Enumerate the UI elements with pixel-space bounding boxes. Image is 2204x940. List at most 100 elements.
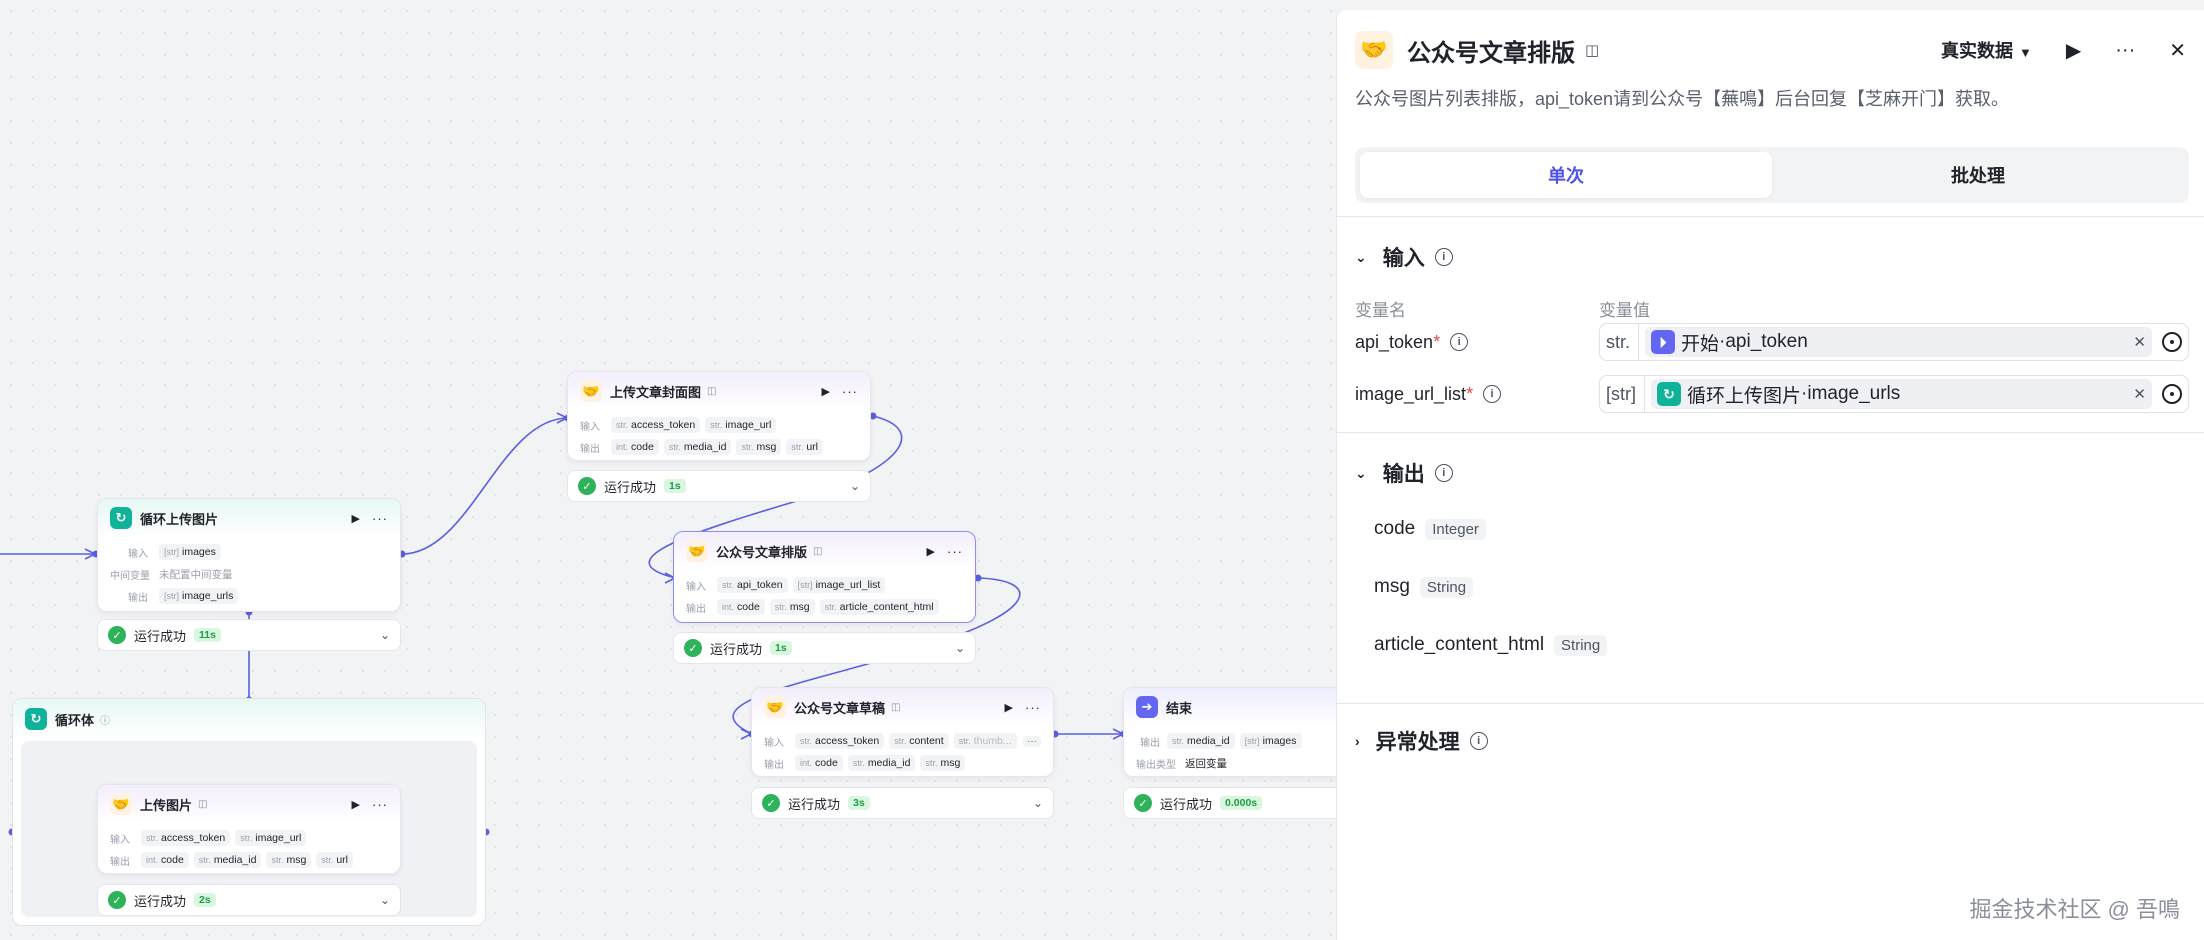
success-check-icon: ✓ [762,794,780,812]
column-header-value: 变量值 [1599,301,1650,320]
chevron-down-icon[interactable]: ⌄ [380,893,390,907]
handshake-icon: 🤝 [1355,31,1393,69]
run-node-button[interactable]: ▶ [352,798,360,811]
info-icon: i [1450,333,1469,351]
duration-badge: 3s [848,796,870,810]
status-bar[interactable]: ✓ 运行成功 1s ⌄ [673,632,976,664]
output-section-header[interactable]: ⌄ 输出 i [1355,458,1453,488]
node-output-row: 输出 int. code str. media_id str. msg str. url [580,436,858,458]
more-icon[interactable]: ··· [372,797,388,812]
status-bar[interactable]: ✓ 运行成功 3s ⌄ [751,787,1054,819]
node-input-row: 输入 [str] images [110,541,388,563]
chevron-down-icon[interactable]: ⌄ [955,641,965,655]
success-check-icon: ✓ [1134,794,1152,812]
more-inputs-icon[interactable]: ··· [1023,735,1041,747]
clear-icon[interactable]: ✕ [2133,333,2146,351]
run-button[interactable]: ▶ [2066,38,2081,63]
handshake-icon: 🤝 [764,696,786,718]
success-check-icon: ✓ [684,639,702,657]
chevron-down-icon: ⌄ [1355,464,1367,481]
panel-title: 公众号文章排版 [1407,39,1575,67]
var-chip: [str] images [159,544,221,560]
node-input-row: 输入 str. access_token str. image_url [580,414,858,436]
info-icon: i [1434,464,1453,482]
status-bar[interactable]: ✓ 运行成功 2s ⌄ [97,884,401,916]
loop-body-header: ↻ 循环体 ⓘ [13,699,485,739]
duration-badge: 1s [664,479,686,493]
status-bar[interactable]: ✓ 运行成功 11s ⌄ [97,619,401,651]
plugin-icon: ◫ [891,701,901,713]
chevron-down-icon[interactable]: ⌄ [1033,796,1043,810]
success-check-icon: ✓ [578,477,596,495]
duration-badge: 11s [194,628,221,642]
node-output-type-row: 输出类型 返回变量 [1136,757,1227,771]
loop-icon: ↻ [110,507,132,529]
loop-body-title: 循环体 [55,712,95,728]
node-title: 结束 [1166,700,1193,716]
workflow-canvas[interactable]: ↻ 循环上传图片 ▶ ··· 输入 [str] images 中间变量 未配置中间… [0,0,1363,940]
handshake-icon: 🤝 [686,540,708,562]
run-node-button[interactable]: ▶ [822,385,830,398]
output-item: article_content_html String [1374,634,1608,656]
chevron-down-icon[interactable]: ⌄ [380,628,390,642]
duration-badge: 2s [194,893,216,907]
node-article-layout[interactable]: 🤝 公众号文章排版 ◫ ▶ ··· 输入 str. api_token [str]… [673,531,976,623]
chevron-down-icon[interactable]: ⌄ [850,479,860,493]
panel-header: 🤝 公众号文章排版 ◫ 真实数据 ▼ ▶ ··· ✕ [1337,10,2204,90]
node-header: 🤝 公众号文章排版 ◫ ▶ ··· [674,532,975,570]
run-node-button[interactable]: ▶ [1005,701,1013,714]
chevron-down-icon: ⌄ [1355,248,1367,265]
loop-icon: ↻ [25,708,47,730]
plugin-icon: ◫ [813,545,823,557]
wire-loop-to-cover [401,417,569,555]
output-item: code Integer [1374,518,1486,540]
target-icon[interactable] [2162,332,2182,352]
status-bar[interactable]: ✓ 运行成功 1s ⌄ [567,470,871,502]
node-upload-cover[interactable]: 🤝 上传文章封面图 ◫ ▶ ··· 输入 str. access_token st… [567,371,871,461]
variable-value-field[interactable]: [str] ↻ 循环上传图片 · image_urls ✕ [1599,375,2189,413]
divider [1337,432,2204,433]
node-output-row: 输出 int. code str. media_id str. msg str. url [110,849,388,871]
input-section-header[interactable]: ⌄ 输入 i [1355,242,1453,272]
data-mode-dropdown[interactable]: 真实数据 ▼ [1941,37,2032,63]
watermark-text: 掘金技术社区 @ 吾鳴 [1969,897,2180,922]
more-icon[interactable]: ··· [842,384,858,399]
exit-arrow-icon: ➔ [1136,696,1158,718]
more-icon[interactable]: ··· [1025,700,1041,715]
variable-reference: ↻ 循环上传图片 · image_urls ✕ [1651,379,2152,409]
variable-value-field[interactable]: str. ⏵ 开始 · api_token ✕ [1599,323,2189,361]
info-icon: i [1434,248,1453,266]
more-icon[interactable]: ··· [947,544,963,559]
node-header: ↻ 循环上传图片 ▶ ··· [98,499,400,537]
exception-section-header[interactable]: › 异常处理 i [1355,726,1488,756]
node-header: 🤝 上传图片 ◫ ▶ ··· [98,785,400,823]
node-end[interactable]: ➔ 结束 输出 str. media_id [str] images 输出类型 返回… [1123,687,1363,777]
close-icon[interactable]: ✕ [2169,38,2186,63]
run-node-button[interactable]: ▶ [927,545,935,558]
node-title: 公众号文章草稿 [794,700,886,716]
node-input-row: 输入 str. access_token str. content str. thum… [764,730,1041,752]
node-title: 循环上传图片 [140,511,219,527]
node-header: 🤝 公众号文章草稿 ◫ ▶ ··· [752,688,1053,726]
target-icon[interactable] [2162,384,2182,404]
clear-icon[interactable]: ✕ [2133,385,2146,403]
node-article-draft[interactable]: 🤝 公众号文章草稿 ◫ ▶ ··· 输入 str. access_token st… [751,687,1054,777]
node-upload-image[interactable]: 🤝 上传图片 ◫ ▶ ··· 输入 str. access_token str. i… [97,784,401,874]
info-icon: i [1469,732,1488,750]
tab-single[interactable]: 单次 [1360,152,1772,198]
node-mid-var-row: 中间变量 未配置中间变量 [110,568,233,582]
handshake-icon: 🤝 [110,793,132,815]
info-icon[interactable]: ⓘ [100,712,110,727]
node-loop-upload-images[interactable]: ↻ 循环上传图片 ▶ ··· 输入 [str] images 中间变量 未配置中间… [97,498,401,612]
status-bar[interactable]: ✓ 运行成功 0.000s [1123,787,1363,819]
node-output-row: 输出 int. code str. media_id str. msg [764,752,1041,774]
run-node-button[interactable]: ▶ [352,512,360,525]
output-item: msg String [1374,576,1474,598]
node-title: 公众号文章排版 [716,544,808,560]
more-icon[interactable]: ··· [2115,39,2135,62]
more-icon[interactable]: ··· [372,511,388,526]
caret-down-icon: ▼ [2018,45,2032,60]
handshake-icon: 🤝 [580,380,602,402]
tab-batch[interactable]: 批处理 [1772,152,2184,198]
chevron-right-icon: › [1355,733,1360,749]
